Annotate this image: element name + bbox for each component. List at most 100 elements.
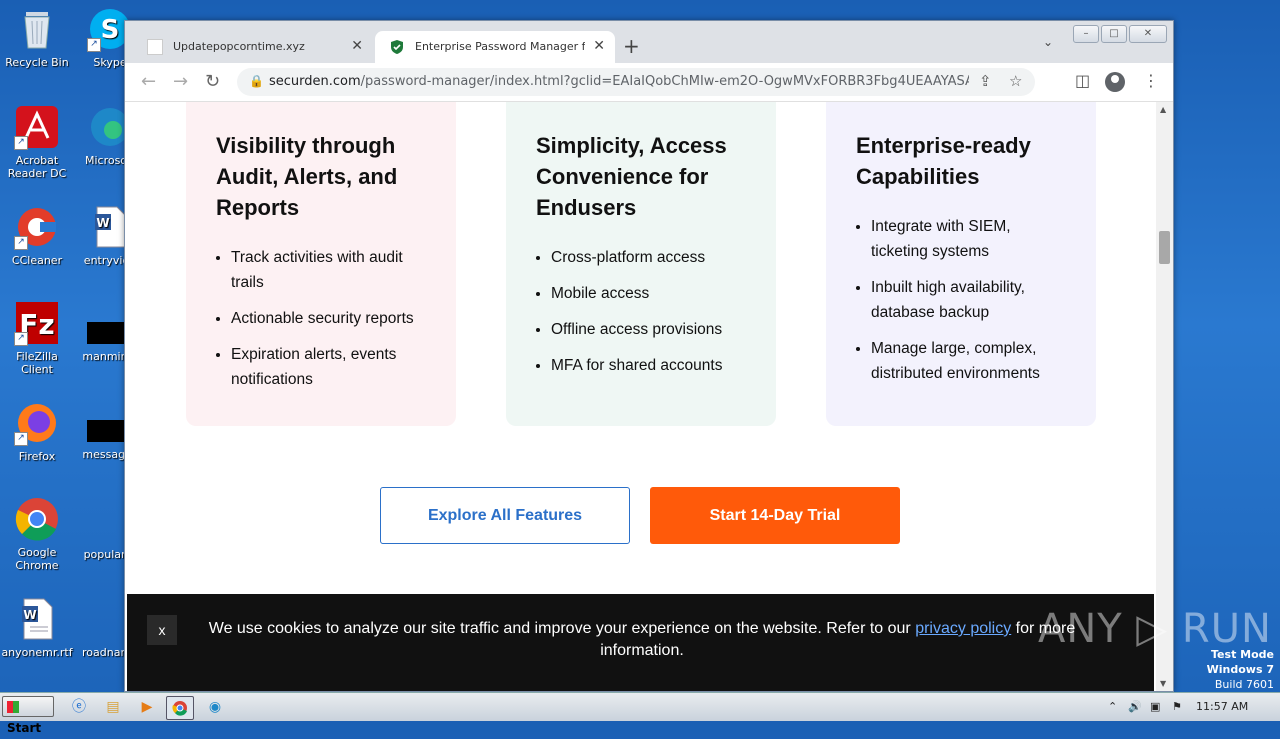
chrome-shortcut[interactable]: Google Chrome <box>0 496 74 572</box>
redacted-thumbnail <box>87 322 127 344</box>
list-item: MFA for shared accounts <box>551 353 751 378</box>
acrobat-icon: ↗ <box>14 104 60 150</box>
tab-close-button[interactable]: ✕ <box>351 38 363 54</box>
shortcut-arrow-icon: ↗ <box>14 432 28 446</box>
build-line: Build 7601 <box>1214 678 1274 691</box>
explore-all-features-button[interactable]: Explore All Features <box>380 487 630 544</box>
page-viewport: Visibility through Audit, Alerts, and Re… <box>125 102 1156 691</box>
list-item: Integrate with SIEM, ticketing systems <box>871 214 1071 264</box>
menu-kebab-icon[interactable]: ⋮ <box>1143 71 1159 90</box>
bookmark-star-icon[interactable]: ☆ <box>1009 72 1022 90</box>
list-item: Expiration alerts, events notifications <box>231 342 431 392</box>
acrobat-shortcut[interactable]: ↗ Acrobat Reader DC <box>0 104 74 180</box>
desktop-icon-label: CCleaner <box>11 254 63 267</box>
cookie-close-button[interactable]: x <box>147 615 177 645</box>
filezilla-shortcut[interactable]: Fz ↗ FileZilla Client <box>0 300 74 376</box>
list-item: Manage large, complex, distributed envir… <box>871 336 1071 386</box>
blank-page-icon <box>147 39 163 55</box>
edge-taskbar-icon[interactable]: ◉ <box>202 696 228 718</box>
tab-title: Enterprise Password Manager for Te <box>415 40 585 53</box>
shortcut-arrow-icon: ↗ <box>14 136 28 150</box>
scrollbar-thumb[interactable] <box>1159 231 1170 264</box>
firefox-shortcut[interactable]: ↗ Firefox <box>0 400 74 463</box>
media-player-taskbar-icon[interactable]: ▶ <box>134 696 160 718</box>
cookie-message: We use cookies to analyze our site traff… <box>207 618 1077 662</box>
scroll-down-arrow-icon[interactable]: ▼ <box>1160 679 1166 688</box>
card-feature-list: Track activities with audit trails Actio… <box>216 245 431 403</box>
feature-card-visibility: Visibility through Audit, Alerts, and Re… <box>186 102 456 426</box>
tab-title: Updatepopcorntime.xyz <box>173 40 305 53</box>
desktop-icon-label: Firefox <box>18 450 56 463</box>
desktop-icon-label: Google Chrome <box>15 546 59 572</box>
chrome-taskbar-icon[interactable] <box>166 696 194 720</box>
shortcut-arrow-icon: ↗ <box>87 38 101 52</box>
desktop-icon-label: anyonemr.rtf <box>1 646 73 659</box>
forward-button[interactable]: → <box>173 71 188 92</box>
word-document-icon: W <box>14 596 60 642</box>
minimize-button[interactable]: – <box>1073 25 1099 43</box>
tab-search-chevron-icon[interactable]: ⌄ <box>1043 35 1053 49</box>
volume-icon[interactable]: 🔊 <box>1128 700 1142 713</box>
test-mode-line: Test Mode <box>1211 648 1274 661</box>
cookie-banner: x We use cookies to analyze our site tra… <box>127 594 1154 691</box>
reload-button[interactable]: ↻ <box>205 71 220 92</box>
shield-check-icon <box>389 39 405 55</box>
start-label: Start <box>7 721 42 735</box>
browser-toolbar: ← → ↻ 🔒 securden.com/password-manager/in… <box>125 63 1173 102</box>
lock-icon[interactable]: 🔒 <box>249 74 264 88</box>
tab-close-button[interactable]: ✕ <box>593 38 605 54</box>
privacy-policy-link[interactable]: privacy policy <box>915 620 1011 637</box>
ccleaner-shortcut[interactable]: ↗ CCleaner <box>0 204 74 267</box>
start-button[interactable]: Start <box>2 696 54 735</box>
feature-card-enterprise: Enterprise-ready Capabilities Integrate … <box>826 102 1096 426</box>
cookie-text: We use cookies to analyze our site traff… <box>208 620 916 637</box>
anyrun-watermark: ANY ▷ RUN <box>1038 606 1272 652</box>
list-item: Cross-platform access <box>551 245 751 270</box>
new-tab-button[interactable]: + <box>623 34 640 58</box>
desktop-icon-label: FileZilla Client <box>16 350 58 376</box>
chrome-window: Updatepopcorntime.xyz ✕ Enterprise Passw… <box>124 20 1174 692</box>
svg-text:W: W <box>23 608 36 622</box>
os-name-line: Windows 7 <box>1206 663 1274 676</box>
taskbar: Start ⓔ ▤ ▶ ◉ ⌃ 🔊 ▣ ⚑ 11:57 AM <box>0 692 1280 735</box>
side-panel-icon[interactable]: ◫ <box>1075 71 1090 90</box>
desktop-icon-label: Acrobat Reader DC <box>7 154 67 180</box>
page-scrollbar[interactable]: ▲ ▼ <box>1156 102 1173 691</box>
tab-securden[interactable]: Enterprise Password Manager for Te ✕ <box>375 31 615 63</box>
clock[interactable]: 11:57 AM <box>1196 700 1248 713</box>
card-title: Enterprise-ready Capabilities <box>856 133 1031 189</box>
start-trial-button[interactable]: Start 14-Day Trial <box>650 487 900 544</box>
scroll-up-arrow-icon[interactable]: ▲ <box>1160 105 1166 114</box>
file-explorer-taskbar-icon[interactable]: ▤ <box>100 696 126 718</box>
share-icon[interactable]: ⇪ <box>979 72 992 90</box>
list-item: Track activities with audit trails <box>231 245 431 295</box>
tray-expand-icon[interactable]: ⌃ <box>1108 700 1117 713</box>
redacted-thumbnail <box>87 420 127 442</box>
recycle-bin-shortcut[interactable]: Recycle Bin <box>0 6 74 69</box>
tab-updatepopcorntime[interactable]: Updatepopcorntime.xyz ✕ <box>133 31 373 63</box>
tab-strip: Updatepopcorntime.xyz ✕ Enterprise Passw… <box>125 21 1173 63</box>
list-item: Actionable security reports <box>231 306 431 331</box>
flag-icon[interactable]: ⚑ <box>1172 700 1182 713</box>
windows-test-mode-text: Test Mode Windows 7 Build 7601 <box>1207 647 1274 692</box>
profile-avatar-icon[interactable] <box>1105 72 1125 92</box>
address-bar[interactable]: 🔒 securden.com/password-manager/index.ht… <box>237 68 1035 96</box>
firefox-icon: ↗ <box>14 400 60 446</box>
svg-text:W: W <box>96 216 109 230</box>
url-text[interactable]: securden.com/password-manager/index.html… <box>269 74 969 89</box>
feature-card-simplicity: Simplicity, Access Convenience for Endus… <box>506 102 776 426</box>
anyonemr-rtf-file[interactable]: W anyonemr.rtf <box>0 596 74 659</box>
internet-explorer-taskbar-icon[interactable]: ⓔ <box>66 696 92 718</box>
card-feature-list: Cross-platform access Mobile access Offl… <box>536 245 751 389</box>
system-tray: ⌃ 🔊 ▣ ⚑ 11:57 AM <box>1100 693 1280 721</box>
network-icon[interactable]: ▣ <box>1150 700 1160 713</box>
list-item: Mobile access <box>551 281 751 306</box>
close-window-button[interactable]: ✕ <box>1129 25 1167 43</box>
shortcut-arrow-icon: ↗ <box>14 332 28 346</box>
chrome-icon <box>14 496 60 542</box>
back-button[interactable]: ← <box>141 71 156 92</box>
card-feature-list: Integrate with SIEM, ticketing systems I… <box>856 214 1071 397</box>
shortcut-arrow-icon: ↗ <box>14 236 28 250</box>
window-controls: – □ ✕ <box>1071 21 1167 43</box>
maximize-button[interactable]: □ <box>1101 25 1127 43</box>
